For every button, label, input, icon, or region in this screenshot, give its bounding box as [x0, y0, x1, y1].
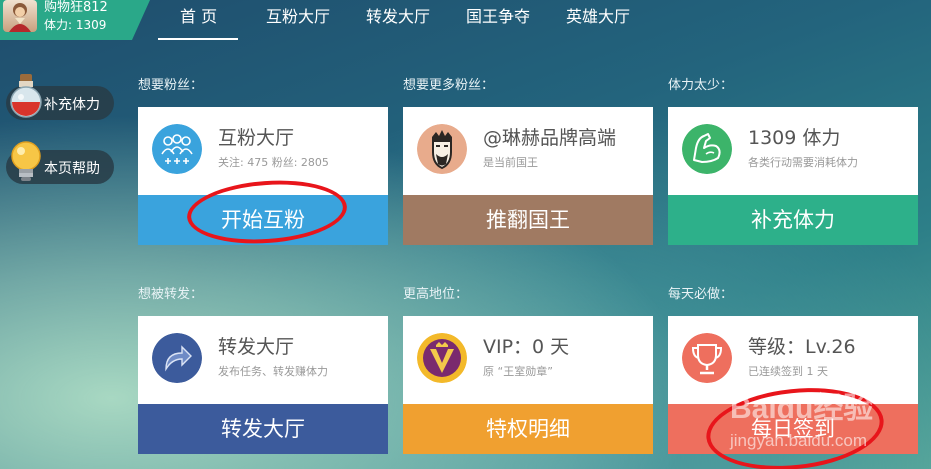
card-subtitle: 原 “王室勋章”	[483, 365, 553, 378]
active-tab-indicator	[158, 38, 238, 40]
card-daily-signin[interactable]: 等级：Lv.26 已连续签到 1 天 每日签到	[668, 316, 918, 454]
section-title-want-fans: 想要粉丝：	[138, 78, 204, 93]
recharge-stamina-button[interactable]: 补充体力	[6, 74, 114, 120]
stamina-count: 体力: 1309	[44, 18, 107, 32]
top-navigation: 购物狂812 体力: 1309 首 页 互粉大厅 转发大厅 国王争夺 英雄大厅	[0, 0, 931, 40]
card-forward-hall[interactable]: 转发大厅 发布任务、转发赚体力 转发大厅	[138, 316, 388, 454]
card-title: 互粉大厅	[218, 127, 295, 149]
card-stamina[interactable]: 1309 体力 各类行动需要消耗体力 补充体力	[668, 107, 918, 245]
tab-king-contest[interactable]: 国王争夺	[466, 3, 530, 27]
privilege-details-button[interactable]: 特权明细	[403, 404, 653, 454]
card-subtitle: 是当前国王	[483, 156, 538, 169]
username: 购物狂812	[44, 0, 108, 15]
card-title: 转发大厅	[218, 336, 295, 358]
stamina-amount: 1309 体力	[748, 127, 841, 149]
potion-icon	[10, 74, 42, 118]
vip-badge-icon	[417, 333, 467, 383]
avatar[interactable]	[3, 0, 37, 32]
group-icon	[152, 124, 202, 174]
daily-signin-button[interactable]: 每日签到	[668, 404, 918, 454]
current-king-name: @琳赫品牌高端	[483, 127, 617, 149]
section-title-want-forward: 想被转发：	[138, 287, 204, 302]
king-icon	[417, 124, 467, 174]
page-help-label: 本页帮助	[44, 161, 100, 177]
card-follow-hall[interactable]: 互粉大厅 关注: 475 粉丝: 2805 开始互粉	[138, 107, 388, 245]
share-arrow-icon	[152, 333, 202, 383]
section-title-higher-status: 更高地位：	[403, 287, 469, 302]
recharge-stamina-label: 补充体力	[44, 97, 100, 113]
tab-hero-hall[interactable]: 英雄大厅	[566, 3, 630, 27]
avatar-image	[9, 3, 31, 32]
trophy-icon	[682, 333, 732, 383]
section-title-daily: 每天必做：	[668, 287, 734, 302]
overthrow-king-button[interactable]: 推翻国王	[403, 195, 653, 245]
section-title-more-fans: 想要更多粉丝：	[403, 78, 495, 93]
tab-home[interactable]: 首 页	[180, 3, 217, 27]
tab-follow-hall[interactable]: 互粉大厅	[266, 3, 330, 27]
card-king[interactable]: @琳赫品牌高端 是当前国王 推翻国王	[403, 107, 653, 245]
start-follow-button[interactable]: 开始互粉	[138, 195, 388, 245]
lightbulb-icon	[11, 141, 41, 181]
follow-fans-stats: 关注: 475 粉丝: 2805	[218, 156, 329, 169]
page-help-button[interactable]: 本页帮助	[6, 141, 114, 184]
muscle-arm-icon	[682, 124, 732, 174]
user-badge: 购物狂812 体力: 1309	[0, 0, 150, 40]
card-subtitle: 各类行动需要消耗体力	[748, 156, 858, 169]
section-title-low-stamina: 体力太少：	[668, 78, 734, 93]
recharge-stamina-card-button[interactable]: 补充体力	[668, 195, 918, 245]
forward-hall-button[interactable]: 转发大厅	[138, 404, 388, 454]
card-subtitle: 发布任务、转发赚体力	[218, 365, 328, 378]
user-level: 等级：Lv.26	[748, 336, 856, 358]
card-vip[interactable]: VIP：0 天 原 “王室勋章” 特权明细	[403, 316, 653, 454]
tab-forward-hall[interactable]: 转发大厅	[366, 3, 430, 27]
signin-streak: 已连续签到 1 天	[748, 365, 828, 378]
vip-days: VIP：0 天	[483, 336, 570, 358]
